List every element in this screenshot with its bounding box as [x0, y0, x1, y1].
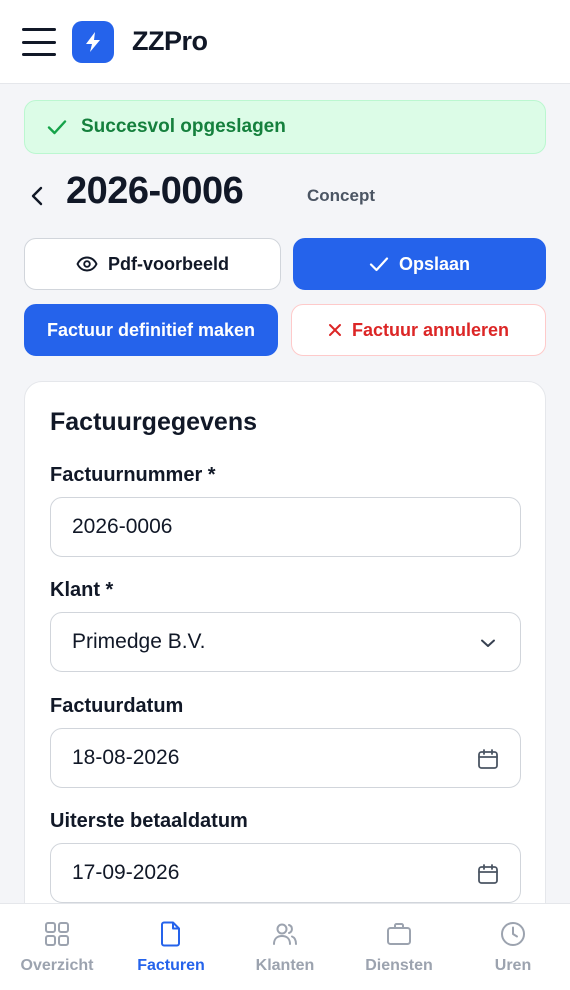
- nav-label: Diensten: [365, 957, 433, 974]
- invoice-date-value: 18-08-2026: [72, 746, 180, 769]
- nav-item-klanten[interactable]: Klanten: [228, 904, 342, 990]
- save-button[interactable]: Opslaan: [293, 238, 546, 290]
- success-toast: Succesvol opgeslagen: [24, 100, 546, 154]
- back-button[interactable]: [22, 178, 52, 214]
- invoice-number-value: 2026-0006: [72, 515, 173, 538]
- check-icon: [47, 120, 67, 135]
- lightning-bolt-icon[interactable]: [72, 21, 114, 63]
- app-name: ZZPro: [132, 26, 208, 56]
- chevron-down-icon: [481, 639, 495, 647]
- nav-item-diensten[interactable]: Diensten: [342, 904, 456, 990]
- cancel-invoice-button[interactable]: Factuur annuleren: [291, 304, 546, 356]
- check-icon: [369, 257, 389, 272]
- users-icon: [273, 923, 297, 945]
- due-date-label: Uiterste betaaldatum: [50, 810, 248, 832]
- pdf-preview-button[interactable]: Pdf-voorbeeld: [24, 238, 281, 290]
- invoice-details-card: Factuurgegevens Factuurnummer * 2026-000…: [24, 381, 546, 941]
- briefcase-icon: [387, 923, 411, 945]
- toast-message: Succesvol opgeslagen: [81, 116, 286, 137]
- client-select[interactable]: Primedge B.V.: [50, 612, 521, 672]
- nav-label: Uren: [494, 957, 532, 974]
- due-date-input[interactable]: 17-09-2026: [50, 843, 521, 903]
- invoice-date-label: Factuurdatum: [50, 695, 184, 717]
- nav-label: Overzicht: [20, 957, 94, 974]
- calendar-icon[interactable]: [476, 862, 500, 886]
- eye-icon: [76, 256, 98, 272]
- client-label: Klant *: [50, 579, 114, 601]
- finalize-invoice-label: Factuur definitief maken: [46, 319, 256, 340]
- calendar-icon[interactable]: [476, 747, 500, 771]
- client-value: Primedge B.V.: [72, 630, 206, 653]
- nav-item-overzicht[interactable]: Overzicht: [0, 904, 114, 990]
- invoice-date-input[interactable]: 18-08-2026: [50, 728, 521, 788]
- save-label: Opslaan: [398, 253, 471, 274]
- grid-icon: [45, 922, 69, 946]
- nav-item-facturen[interactable]: Facturen: [114, 904, 228, 990]
- nav-label: Klanten: [255, 957, 315, 974]
- pdf-preview-label: Pdf-voorbeeld: [107, 253, 229, 274]
- hamburger-menu-icon[interactable]: [22, 28, 56, 56]
- page-title: 2026-0006: [66, 170, 244, 212]
- status-badge: Concept: [307, 186, 375, 205]
- invoice-number-label: Factuurnummer *: [50, 464, 216, 486]
- card-title: Factuurgegevens: [50, 408, 258, 436]
- clock-icon: [501, 922, 525, 946]
- close-icon: [328, 324, 341, 336]
- nav-item-uren[interactable]: Uren: [456, 904, 570, 990]
- cancel-invoice-label: Factuur annuleren: [351, 319, 510, 340]
- due-date-value: 17-09-2026: [72, 861, 180, 884]
- app-header: ZZPro: [0, 0, 570, 84]
- chevron-left-icon: [31, 186, 43, 206]
- document-icon: [161, 921, 180, 947]
- invoice-number-input[interactable]: 2026-0006: [50, 497, 521, 557]
- finalize-invoice-button[interactable]: Factuur definitief maken: [24, 304, 278, 356]
- nav-label: Facturen: [137, 957, 205, 974]
- bottom-nav: Overzicht Facturen Klanten Diensten Uren: [0, 903, 570, 990]
